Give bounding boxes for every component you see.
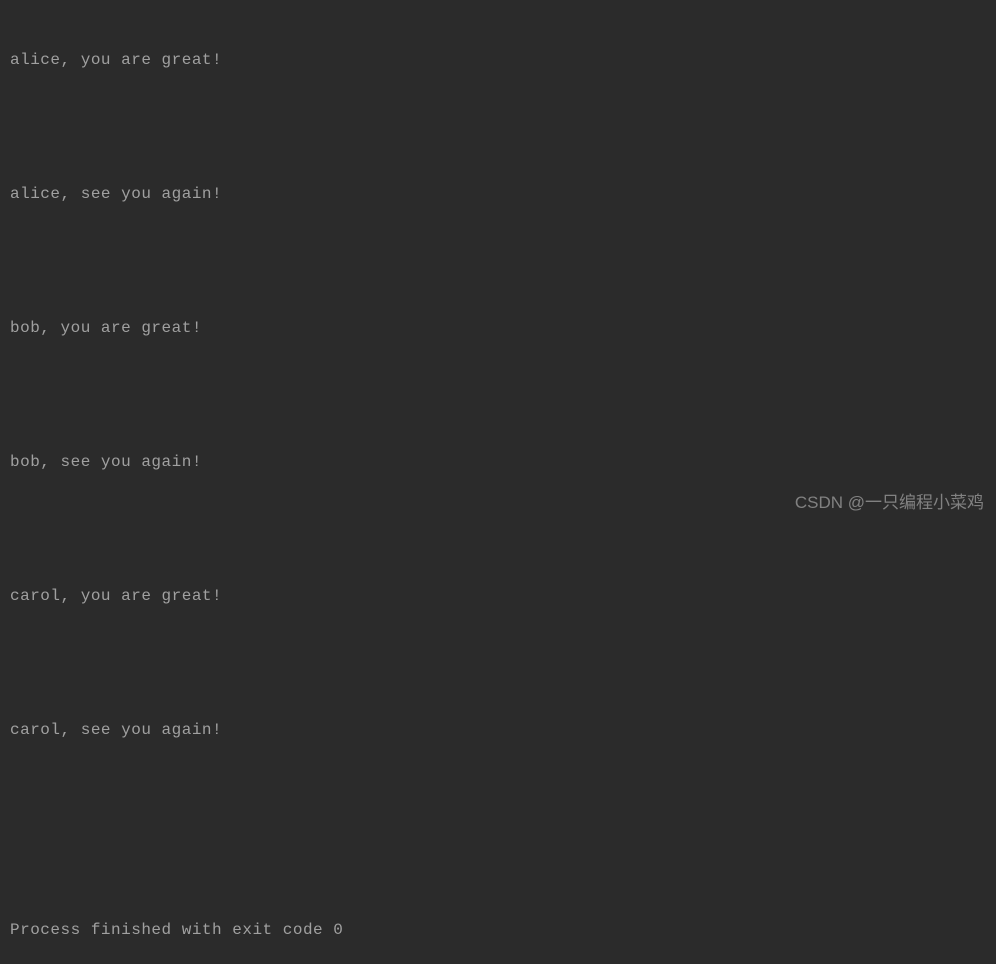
output-line: alice, see you again! [10, 183, 986, 205]
output-line: alice, you are great! [10, 49, 986, 71]
output-line: bob, you are great! [10, 317, 986, 339]
output-line [10, 250, 986, 272]
output-line [10, 652, 986, 674]
output-line [10, 116, 986, 138]
output-line: Process finished with exit code 0 [10, 919, 986, 941]
console-output: alice, you are great! alice, see you aga… [10, 4, 986, 964]
watermark: CSDN @一只编程小菜鸡 [795, 488, 984, 513]
output-line: carol, see you again! [10, 719, 986, 741]
output-line [10, 853, 986, 875]
output-line: bob, see you again! [10, 451, 986, 473]
output-line [10, 384, 986, 406]
output-line: carol, you are great! [10, 585, 986, 607]
output-line [10, 518, 986, 540]
output-line [10, 786, 986, 808]
